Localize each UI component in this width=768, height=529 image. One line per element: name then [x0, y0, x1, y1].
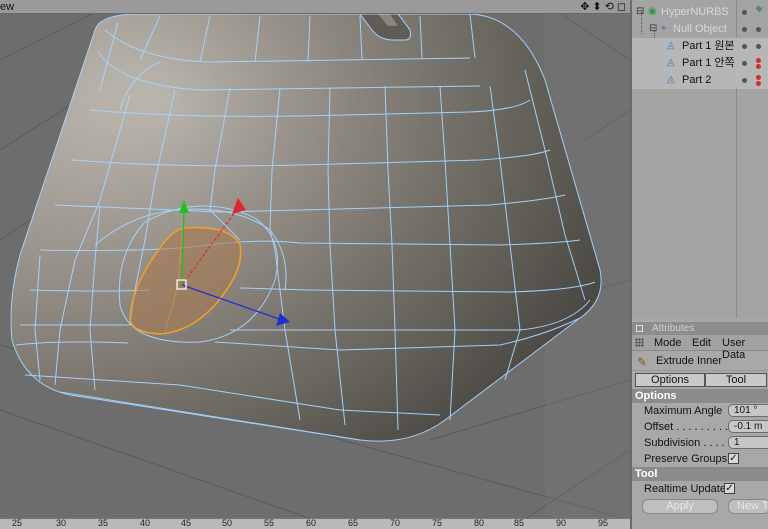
render-dot[interactable]	[756, 27, 761, 32]
ruler-label: 25	[12, 518, 23, 528]
ruler-label: 95	[598, 518, 609, 528]
ruler-label: 40	[140, 518, 151, 528]
viewport-scene[interactable]	[0, 14, 630, 518]
polygon-object-icon: ◬	[667, 57, 675, 68]
object-name[interactable]: Part 1 안쪽	[682, 57, 735, 70]
object-manager[interactable]: ⊟ ◉ HyperNURBS ✓ ⊟ ⌖ Null Object ◬ Part …	[632, 0, 768, 318]
object-row-part1-original[interactable]: ◬ Part 1 원본	[632, 38, 768, 55]
active-tool-row: ✎ Extrude Inner	[632, 351, 768, 371]
render-dot-off[interactable]	[756, 75, 761, 80]
render-dot-off[interactable]	[756, 58, 761, 63]
tab-options[interactable]: Options	[635, 373, 705, 387]
expand-icon[interactable]: ⊟	[636, 7, 646, 17]
visibility-dot[interactable]	[742, 44, 747, 49]
ruler-label: 50	[222, 518, 233, 528]
zoom-view-icon[interactable]: ⬍	[592, 0, 601, 14]
extrude-inner-tool-icon: ✎	[637, 355, 648, 369]
ruler-label: 30	[56, 518, 67, 528]
ruler-label: 80	[474, 518, 485, 528]
panel-square-icon[interactable]	[636, 325, 643, 332]
maximum-angle-field[interactable]: 101 °	[728, 404, 768, 417]
visibility-dot[interactable]	[742, 10, 747, 15]
viewport-title: ew	[0, 1, 15, 13]
null-object-icon: ⌖	[661, 23, 667, 34]
object-name[interactable]: Part 2	[682, 74, 711, 87]
object-row-part2[interactable]: ◬ Part 2	[632, 72, 768, 89]
editor-dot-off[interactable]	[756, 81, 761, 86]
timeline-ruler[interactable]: 25 30 35 40 45 50 55 60 65 70 75 80 85 9…	[0, 518, 630, 529]
offset-field[interactable]: -0.1 m	[728, 420, 768, 433]
expand-icon[interactable]: ⊟	[649, 24, 659, 34]
move-view-icon[interactable]: ✥	[580, 0, 589, 14]
object-row-part1-inner[interactable]: ◬ Part 1 안쪽	[632, 55, 768, 72]
object-name[interactable]: Part 1 원본	[682, 40, 735, 53]
prop-offset: Offset . . . . . . . . . . -0.1 m	[632, 419, 768, 435]
prop-subdivision: Subdivision . . . . 1	[632, 435, 768, 451]
options-section-header: Options	[632, 389, 768, 403]
ruler-label: 70	[390, 518, 401, 528]
new-transform-button[interactable]: New T	[728, 499, 768, 514]
tool-section-header: Tool	[632, 467, 768, 481]
tool-name: Extrude Inner	[656, 355, 723, 367]
right-panel: ⊟ ◉ HyperNURBS ✓ ⊟ ⌖ Null Object ◬ Part …	[630, 0, 768, 529]
attributes-manager: Attributes Mode Edit User Data ✎ Extrude…	[632, 322, 768, 529]
ruler-label: 90	[556, 518, 567, 528]
realtime-update-label: Realtime Update	[644, 483, 726, 495]
viewport-nav-icons: ✥ ⬍ ⟲ ◻	[580, 0, 626, 14]
menu-mode[interactable]: Mode	[654, 337, 682, 349]
rotate-view-icon[interactable]: ⟲	[605, 0, 614, 14]
object-name[interactable]: HyperNURBS	[661, 6, 729, 19]
prop-preserve-groups: Preserve Groups ✓	[632, 451, 768, 467]
menu-edit[interactable]: Edit	[692, 337, 711, 349]
object-row-hypernurbs[interactable]: ⊟ ◉ HyperNURBS ✓	[632, 4, 768, 21]
polygon-object-icon: ◬	[667, 74, 675, 85]
hypernurbs-box[interactable]	[11, 14, 602, 442]
maximize-view-icon[interactable]: ◻	[617, 0, 626, 14]
ruler-label: 35	[98, 518, 109, 528]
ruler-label: 75	[432, 518, 443, 528]
render-dot[interactable]	[756, 44, 761, 49]
object-row-null[interactable]: ⊟ ⌖ Null Object	[632, 21, 768, 38]
visibility-dot[interactable]	[742, 78, 747, 83]
attributes-header: Attributes	[632, 322, 768, 335]
tab-tool[interactable]: Tool	[705, 373, 767, 387]
editor-dot-off[interactable]	[756, 64, 761, 69]
polygon-object-icon: ◬	[667, 40, 675, 51]
ruler-label: 55	[264, 518, 275, 528]
realtime-update-checkbox[interactable]: ✓	[724, 483, 735, 494]
apply-button[interactable]: Apply	[642, 499, 718, 514]
prop-maximum-angle: Maximum Angle 101 °	[632, 403, 768, 419]
maximum-angle-label: Maximum Angle	[644, 405, 723, 417]
ruler-label: 60	[306, 518, 317, 528]
hypernurbs-icon: ◉	[648, 6, 657, 17]
offset-label: Offset . . . . . . . . . .	[644, 421, 735, 433]
grip-icon[interactable]	[635, 338, 644, 347]
attributes-tabs: Options Tool	[632, 371, 768, 389]
subdivision-label: Subdivision . . . .	[644, 437, 725, 449]
ruler-label: 65	[348, 518, 359, 528]
attributes-menu-bar: Mode Edit User Data	[632, 335, 768, 361]
3d-viewport[interactable]: ew ✥ ⬍ ⟲ ◻ 25 30 35 40 45 50 55 60 65 70…	[0, 0, 630, 529]
visibility-dot[interactable]	[742, 61, 747, 66]
preserve-groups-label: Preserve Groups	[644, 453, 728, 465]
enabled-check-icon[interactable]: ✓	[757, 6, 767, 16]
visibility-dot[interactable]	[742, 27, 747, 32]
prop-realtime-update: Realtime Update ✓	[632, 481, 768, 497]
ruler-label: 45	[181, 518, 192, 528]
preserve-groups-checkbox[interactable]: ✓	[728, 453, 739, 464]
tool-buttons-row: Apply New T	[632, 497, 768, 517]
viewport-header: ew ✥ ⬍ ⟲ ◻	[0, 0, 630, 14]
ruler-label: 85	[514, 518, 525, 528]
attributes-title: Attributes	[652, 323, 695, 334]
object-name[interactable]: Null Object	[673, 23, 727, 36]
subdivision-field[interactable]: 1	[728, 436, 768, 449]
